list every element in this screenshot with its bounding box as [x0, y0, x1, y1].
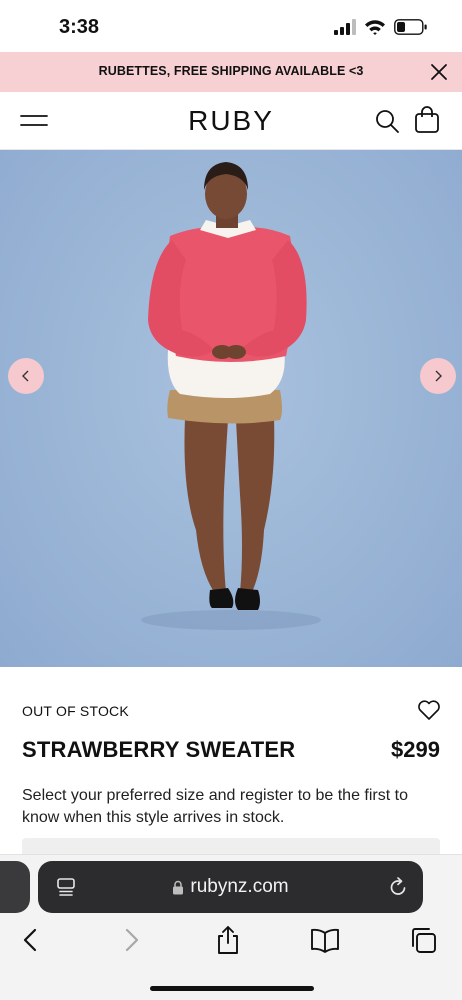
- shopping-bag-icon[interactable]: [414, 106, 440, 134]
- chevron-left-icon: [22, 370, 29, 382]
- browser-chrome: rubynz.com: [0, 854, 462, 1000]
- bookmarks-button[interactable]: [310, 925, 340, 955]
- site-header: RUBY: [0, 92, 462, 150]
- close-icon[interactable]: [428, 61, 450, 83]
- lock-icon: [173, 880, 184, 894]
- model-photo: [141, 162, 321, 630]
- status-time: 3:38: [59, 16, 100, 38]
- book-icon: [311, 928, 339, 953]
- back-arrow-icon: [23, 928, 37, 952]
- share-icon: [218, 926, 238, 954]
- wifi-icon: [365, 20, 385, 35]
- battery-icon: [394, 19, 427, 35]
- carousel-next-button[interactable]: [420, 358, 456, 394]
- forward-button[interactable]: [116, 925, 146, 955]
- stock-status: OUT OF STOCK: [22, 703, 129, 719]
- tabs-button[interactable]: [408, 925, 438, 955]
- cellular-signal-icon: [334, 19, 356, 35]
- promo-text: RUBETTES, FREE SHIPPING AVAILABLE <3: [98, 64, 364, 78]
- share-button[interactable]: [213, 925, 243, 955]
- status-bar: 3:38: [0, 0, 462, 52]
- url-wrap: rubynz.com: [38, 876, 423, 898]
- product-info: OUT OF STOCK STRAWBERRY SWEATER $299 Sel…: [0, 667, 462, 854]
- search-icon[interactable]: [374, 108, 400, 134]
- heart-icon[interactable]: [416, 697, 442, 723]
- address-bar[interactable]: rubynz.com: [38, 861, 423, 913]
- product-description: Select your preferred size and register …: [22, 787, 408, 826]
- product-image[interactable]: [0, 150, 462, 667]
- promo-banner: RUBETTES, FREE SHIPPING AVAILABLE <3: [0, 52, 462, 92]
- forward-arrow-icon: [125, 928, 139, 952]
- status-icons: [334, 16, 428, 38]
- url-text: rubynz.com: [190, 876, 289, 897]
- size-selector[interactable]: [22, 838, 440, 854]
- product-name: STRAWBERRY SWEATER: [22, 737, 296, 762]
- chevron-right-icon: [435, 370, 442, 382]
- reload-icon[interactable]: [387, 876, 409, 898]
- product-price: $299: [391, 737, 440, 762]
- tabs-icon: [412, 928, 436, 953]
- previous-tab[interactable]: [0, 861, 30, 913]
- home-indicator: [150, 986, 314, 991]
- carousel-prev-button[interactable]: [8, 358, 44, 394]
- back-button[interactable]: [16, 925, 46, 955]
